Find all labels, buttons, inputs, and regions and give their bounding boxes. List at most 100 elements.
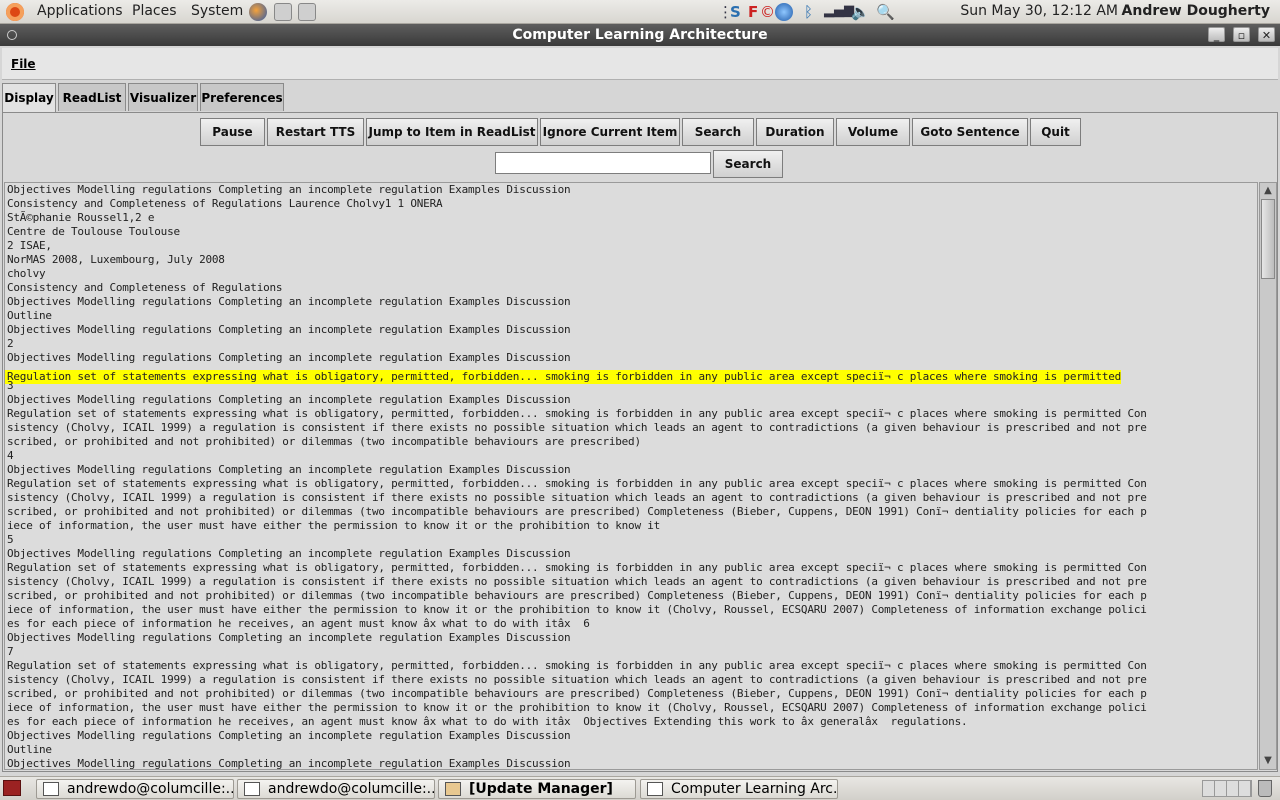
document-text-area[interactable]: Objectives Modelling regulations Complet… xyxy=(4,182,1258,770)
text-line-row: Objectives Modelling regulations Complet… xyxy=(5,729,1257,743)
jump-to-item-button[interactable]: Jump to Item in ReadList xyxy=(366,118,538,146)
terminal-icon xyxy=(244,782,260,796)
text-line-row: Objectives Modelling regulations Complet… xyxy=(5,631,1257,645)
text-line-row: Objectives Modelling regulations Complet… xyxy=(5,463,1257,477)
text-line: sistency (Cholvy, ICAIL 1999) a regulati… xyxy=(7,491,1147,504)
text-line: Objectives Modelling regulations Complet… xyxy=(7,463,571,476)
text-line-row: 4 xyxy=(5,449,1257,463)
text-line-row: sistency (Cholvy, ICAIL 1999) a regulati… xyxy=(5,491,1257,505)
user-menu[interactable]: Andrew Dougherty xyxy=(1122,3,1270,19)
show-desktop-icon[interactable] xyxy=(3,780,21,796)
minimize-icon[interactable]: _ xyxy=(1208,27,1225,42)
text-line-row: Consistency and Completeness of Regulati… xyxy=(5,281,1257,295)
text-line-row: Objectives Modelling regulations Complet… xyxy=(5,323,1257,337)
applications-menu[interactable]: Applications xyxy=(37,3,123,19)
text-line-row: iece of information, the user must have … xyxy=(5,603,1257,617)
text-line-row: es for each piece of information he rece… xyxy=(5,617,1257,631)
tab-readlist[interactable]: ReadList xyxy=(58,83,126,111)
trash-icon[interactable] xyxy=(1258,780,1272,797)
search-input[interactable] xyxy=(495,152,711,174)
bluetooth-icon[interactable]: ᛒ xyxy=(804,3,813,21)
text-line: Regulation set of statements expressing … xyxy=(7,407,1147,420)
text-line: sistency (Cholvy, ICAIL 1999) a regulati… xyxy=(7,575,1147,588)
text-line: Objectives Modelling regulations Complet… xyxy=(7,547,571,560)
text-line-row: scribed, or prohibited and not prohibite… xyxy=(5,589,1257,603)
text-line: Objectives Modelling regulations Complet… xyxy=(7,393,571,406)
goto-sentence-button[interactable]: Goto Sentence xyxy=(912,118,1028,146)
text-line: sistency (Cholvy, ICAIL 1999) a regulati… xyxy=(7,421,1147,434)
text-line-row: Consistency and Completeness of Regulati… xyxy=(5,197,1257,211)
scrollbar-thumb[interactable] xyxy=(1261,199,1275,279)
text-line: scribed, or prohibited and not prohibite… xyxy=(7,505,1147,518)
text-line: Objectives Modelling regulations Complet… xyxy=(7,631,571,644)
text-line-row: Outline xyxy=(5,743,1257,757)
taskbar-item-update-manager[interactable]: [Update Manager] xyxy=(438,779,636,799)
volume-icon[interactable]: 🔈 xyxy=(851,3,870,21)
update-manager-icon xyxy=(445,782,461,796)
scroll-up-icon[interactable]: ▲ xyxy=(1261,184,1275,198)
launcher-icon[interactable] xyxy=(298,3,316,21)
quit-button[interactable]: Quit xyxy=(1030,118,1081,146)
vertical-scrollbar[interactable]: ▲ ▼ xyxy=(1259,182,1277,770)
search-icon[interactable]: 🔍 xyxy=(876,3,895,21)
search-button[interactable]: Search xyxy=(713,150,783,178)
taskbar-item-label: andrewdo@columcille:... xyxy=(268,781,435,797)
text-line-row: 2 xyxy=(5,337,1257,351)
text-line: Outline xyxy=(7,309,52,322)
tab-display[interactable]: Display xyxy=(2,83,56,114)
taskbar-item-cla[interactable]: Computer Learning Arc... xyxy=(640,779,838,799)
taskbar-item-label: [Update Manager] xyxy=(469,781,613,797)
text-line: iece of information, the user must have … xyxy=(7,519,661,532)
workspace-switcher[interactable] xyxy=(1202,780,1252,797)
ignore-current-item-button[interactable]: Ignore Current Item xyxy=(540,118,680,146)
tray-app-icon[interactable] xyxy=(775,3,793,21)
text-line: Objectives Modelling regulations Complet… xyxy=(7,729,571,742)
launcher-icon[interactable] xyxy=(274,3,292,21)
text-line: 2 ISAE, xyxy=(7,239,52,252)
text-line: scribed, or prohibited and not prohibite… xyxy=(7,435,641,448)
text-line-row: es for each piece of information he rece… xyxy=(5,715,1257,729)
tray-app-icon[interactable]: F xyxy=(748,3,758,21)
clock[interactable]: Sun May 30, 12:12 AM xyxy=(960,3,1118,19)
file-menu[interactable]: File xyxy=(11,57,36,71)
text-line: Objectives Modelling regulations Complet… xyxy=(7,351,571,364)
window-titlebar[interactable]: Computer Learning Architecture _ ▫ ✕ xyxy=(0,24,1280,46)
search-toolbar-button[interactable]: Search xyxy=(682,118,754,146)
ubuntu-logo-icon[interactable] xyxy=(6,3,24,21)
text-line: Consistency and Completeness of Regulati… xyxy=(7,197,443,210)
taskbar-item-terminal[interactable]: andrewdo@columcille:... xyxy=(36,779,234,799)
text-line: Outline xyxy=(7,743,52,756)
scroll-down-icon[interactable]: ▼ xyxy=(1261,754,1275,768)
taskbar-item-terminal[interactable]: andrewdo@columcille:... xyxy=(237,779,435,799)
volume-button[interactable]: Volume xyxy=(836,118,910,146)
text-line-row: scribed, or prohibited and not prohibite… xyxy=(5,435,1257,449)
system-menu[interactable]: System xyxy=(191,3,243,19)
places-menu[interactable]: Places xyxy=(132,3,177,19)
text-line: Regulation set of statements expressing … xyxy=(7,477,1147,490)
text-line-row: Objectives Modelling regulations Complet… xyxy=(5,295,1257,309)
text-line: Centre de Toulouse Toulouse xyxy=(7,225,180,238)
bottom-taskbar: andrewdo@columcille:... andrewdo@columci… xyxy=(0,776,1280,800)
text-line: 5 xyxy=(7,533,14,546)
tray-app-icon[interactable]: © xyxy=(760,3,775,21)
firefox-icon[interactable] xyxy=(249,3,267,21)
tab-preferences[interactable]: Preferences xyxy=(200,83,284,111)
maximize-icon[interactable]: ▫ xyxy=(1233,27,1250,42)
text-line: cholvy xyxy=(7,267,46,280)
restart-tts-button[interactable]: Restart TTS xyxy=(267,118,364,146)
text-line-row: Regulation set of statements expressing … xyxy=(5,659,1257,673)
text-line: Regulation set of statements expressing … xyxy=(7,659,1147,672)
text-line: 2 xyxy=(7,337,14,350)
text-line-row: sistency (Cholvy, ICAIL 1999) a regulati… xyxy=(5,421,1257,435)
duration-button[interactable]: Duration xyxy=(756,118,834,146)
text-line-row: 2 ISAE, xyxy=(5,239,1257,253)
tab-visualizer[interactable]: Visualizer xyxy=(128,83,198,111)
network-signal-icon[interactable]: ▂▄▆ xyxy=(824,3,854,18)
text-line: Objectives Modelling regulations Complet… xyxy=(7,757,571,770)
text-line: iece of information, the user must have … xyxy=(7,701,1147,714)
close-icon[interactable]: ✕ xyxy=(1258,27,1275,42)
text-line: Consistency and Completeness of Regulati… xyxy=(7,281,283,294)
tray-app-icon[interactable]: S xyxy=(730,3,741,21)
pause-button[interactable]: Pause xyxy=(200,118,265,146)
taskbar-item-label: andrewdo@columcille:... xyxy=(67,781,234,797)
